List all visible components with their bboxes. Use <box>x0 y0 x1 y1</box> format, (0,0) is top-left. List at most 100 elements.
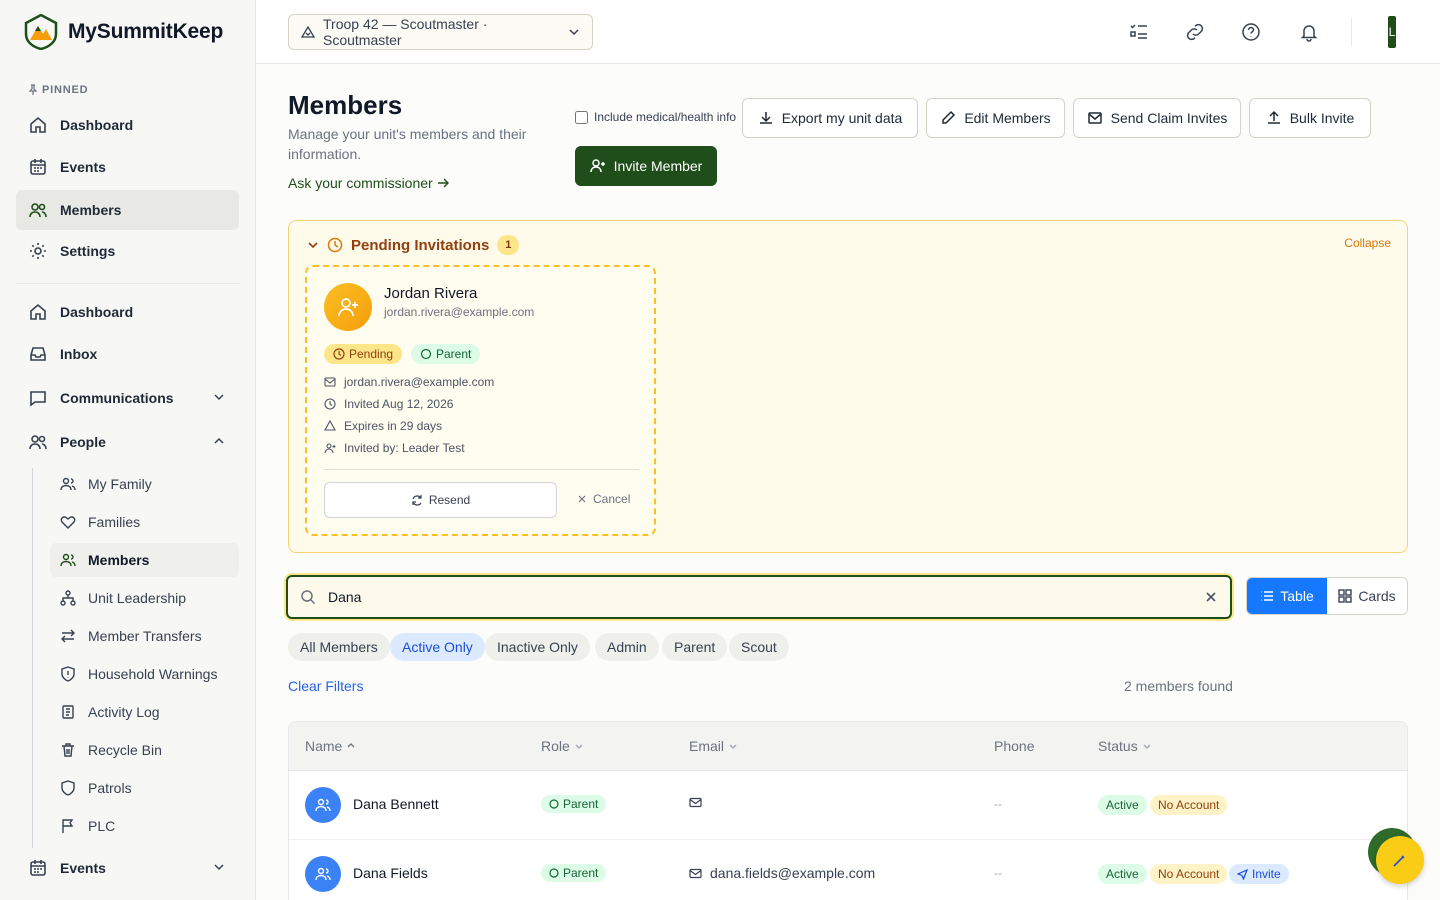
mail-icon <box>689 867 702 880</box>
clear-filters-link[interactable]: Clear Filters <box>288 678 363 694</box>
table-view-button[interactable]: Table <box>1247 578 1327 614</box>
sidebar-subitem-plc[interactable]: PLC <box>50 809 239 843</box>
main-content: Members Manage your unit's members and t… <box>256 64 1440 900</box>
chevron-down-icon[interactable] <box>213 391 225 403</box>
sidebar-subitem-label: Families <box>88 514 141 530</box>
detail-text: Invited Aug 12, 2026 <box>344 397 454 411</box>
sidebar-item-label: Events <box>60 860 106 876</box>
member-name[interactable]: Dana Bennett <box>353 796 439 812</box>
filter-parent[interactable]: Parent <box>662 633 728 661</box>
trash-icon <box>60 742 76 758</box>
sidebar-subitem-unit-leadership[interactable]: Unit Leadership <box>50 581 239 615</box>
sidebar-subitem-household-warnings[interactable]: Household Warnings <box>50 657 239 691</box>
pending-invitations-panel: Pending Invitations 1 Collapse Jordan Ri… <box>288 220 1408 553</box>
column-header-status[interactable]: Status <box>1098 738 1152 754</box>
sidebar-subitem-patrols[interactable]: Patrols <box>50 771 239 805</box>
badge-label: Pending <box>349 347 394 361</box>
badge-label: Parent <box>563 866 599 880</box>
invitee-email: jordan.rivera@example.com <box>384 305 535 319</box>
brand[interactable]: MySummitKeep <box>24 14 223 50</box>
clear-search-icon[interactable] <box>1204 590 1218 604</box>
include-medical-checkbox[interactable] <box>575 110 588 124</box>
filter-inactive-only[interactable]: Inactive Only <box>485 633 590 661</box>
status-badge-invite[interactable]: Invite <box>1229 864 1289 884</box>
filter-scout[interactable]: Scout <box>729 633 789 661</box>
ask-link-text: Ask your commissioner <box>288 175 433 191</box>
unit-selector[interactable]: Troop 42 — Scoutmaster · Scoutmaster <box>288 14 593 50</box>
search-input[interactable] <box>328 589 1192 605</box>
sidebar-item-pinned-settings[interactable]: Settings <box>16 231 239 271</box>
invite-member-button[interactable]: Invite Member <box>575 146 717 186</box>
clock-icon <box>333 348 345 360</box>
shield-icon <box>60 780 76 796</box>
sidebar-item-pinned-dashboard[interactable]: Dashboard <box>16 105 239 145</box>
sidebar-item-label: Dashboard <box>60 117 134 133</box>
export-unit-data-button[interactable]: Export my unit data <box>742 98 918 138</box>
sidebar-item-dashboard[interactable]: Dashboard <box>16 292 239 332</box>
table-row[interactable]: Dana Fields Parent dana.fields@example.c… <box>289 840 1407 900</box>
alert-icon <box>324 420 336 432</box>
home-icon <box>28 302 48 322</box>
button-label: Send Claim Invites <box>1110 110 1228 126</box>
link-icon[interactable] <box>1183 20 1207 44</box>
edit-members-button[interactable]: Edit Members <box>926 98 1065 138</box>
user-plus-icon <box>337 296 359 318</box>
member-avatar <box>305 787 341 823</box>
member-name[interactable]: Dana Fields <box>353 865 428 881</box>
resend-button[interactable]: Resend <box>324 482 557 518</box>
table-row[interactable]: Dana Bennett Parent -- Active No Account <box>289 771 1407 840</box>
sidebar-item-pinned-members[interactable]: Members <box>16 190 239 230</box>
inbox-icon <box>28 344 48 364</box>
sidebar-subitem-label: Members <box>88 552 150 568</box>
sidebar-subitem-families[interactable]: Families <box>50 505 239 539</box>
checklist-icon[interactable] <box>1127 20 1151 44</box>
user-plus-icon <box>324 442 336 454</box>
button-label: Resend <box>428 493 471 507</box>
bell-icon[interactable] <box>1297 20 1321 44</box>
help-icon[interactable] <box>1239 20 1263 44</box>
include-medical-option[interactable]: Include medical/health info <box>575 110 736 124</box>
users-icon <box>28 200 48 220</box>
collapse-link[interactable]: Collapse <box>1344 236 1391 250</box>
sidebar-subitem-member-transfers[interactable]: Member Transfers <box>50 619 239 653</box>
status-badge-no-account: No Account <box>1150 864 1228 884</box>
filter-active-only[interactable]: Active Only <box>390 633 485 661</box>
card-divider <box>324 469 639 470</box>
member-email[interactable]: dana.fields@example.com <box>689 865 875 881</box>
cards-view-button[interactable]: Cards <box>1327 578 1407 614</box>
bulk-invite-button[interactable]: Bulk Invite <box>1249 98 1371 138</box>
test-tools-fab[interactable] <box>1376 836 1424 884</box>
toggle-label: Table <box>1280 588 1314 604</box>
sidebar-item-people[interactable]: People <box>16 422 239 462</box>
send-claim-invites-button[interactable]: Send Claim Invites <box>1073 98 1241 138</box>
column-header-phone: Phone <box>994 738 1034 754</box>
filter-admin[interactable]: Admin <box>595 633 659 661</box>
sidebar-subitem-activity-log[interactable]: Activity Log <box>50 695 239 729</box>
button-label: Bulk Invite <box>1289 110 1355 126</box>
column-header-email[interactable]: Email <box>689 738 738 754</box>
sidebar-subitem-recycle-bin[interactable]: Recycle Bin <box>50 733 239 767</box>
pending-invitations-header[interactable]: Pending Invitations 1 <box>307 235 520 255</box>
user-avatar[interactable]: L <box>1388 16 1396 48</box>
tree-line <box>32 468 33 848</box>
ask-commissioner-link[interactable]: Ask your commissioner <box>288 175 449 191</box>
arrow-right-icon <box>437 177 449 189</box>
chevron-down-icon[interactable] <box>213 861 225 873</box>
member-email[interactable] <box>689 796 710 809</box>
chevron-up-icon[interactable] <box>213 435 225 447</box>
sidebar-subitem-my-family[interactable]: My Family <box>50 467 239 501</box>
close-icon <box>577 494 587 504</box>
cancel-invite-button[interactable]: Cancel <box>577 492 630 506</box>
sidebar-item-communications[interactable]: Communications <box>16 378 239 418</box>
status-badge-active: Active <box>1098 795 1147 815</box>
sidebar-subitem-members[interactable]: Members <box>50 543 239 577</box>
member-phone: -- <box>994 866 1002 880</box>
sidebar-item-events[interactable]: Events <box>16 848 239 888</box>
column-header-role[interactable]: Role <box>541 738 584 754</box>
column-header-name[interactable]: Name <box>305 738 356 754</box>
filter-all-members[interactable]: All Members <box>288 633 390 661</box>
sidebar-item-inbox[interactable]: Inbox <box>16 334 239 374</box>
sidebar-item-pinned-events[interactable]: Events <box>16 147 239 187</box>
users-icon <box>60 552 76 568</box>
grid-icon <box>1338 589 1353 603</box>
